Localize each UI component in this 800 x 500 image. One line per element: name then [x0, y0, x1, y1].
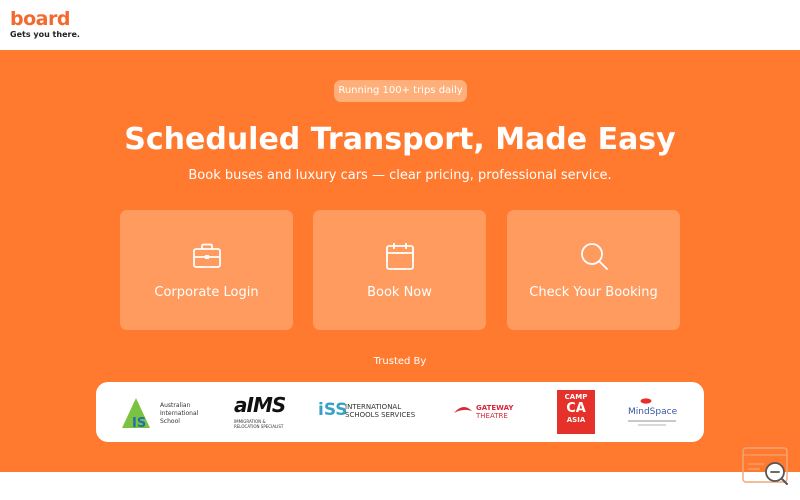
- chat-widget-icon[interactable]: [742, 447, 792, 489]
- ais-line-3: School: [160, 418, 180, 425]
- mindspace-mark-icon: [640, 398, 652, 404]
- camp-bot: ASIA: [566, 416, 586, 424]
- iss-line-2: SCHOOLS SERVICES: [345, 411, 416, 419]
- aims-wordmark: aIMS: [234, 393, 286, 417]
- partner-logo-iss: iSS INTERNATIONAL SCHOOLS SERVICES: [318, 382, 418, 442]
- logo-tagline: Gets you there.: [10, 30, 80, 39]
- check-booking-card[interactable]: Check Your Booking: [507, 210, 680, 330]
- logo-wordmark: board: [10, 8, 70, 30]
- mindspace-tagline-rule-2: [638, 424, 666, 426]
- book-now-card[interactable]: Book Now: [313, 210, 486, 330]
- iss-line-1: INTERNATIONAL: [345, 403, 402, 411]
- check-booking-label: Check Your Booking: [529, 285, 658, 300]
- gateway-swoosh-icon: [454, 406, 472, 413]
- svg-text:IS: IS: [132, 416, 146, 430]
- board-logo[interactable]: board Gets you there.: [10, 9, 80, 40]
- partner-logo-camp-ca-asia: CAMP CA ASIA: [557, 382, 595, 442]
- calendar-icon: [385, 243, 414, 270]
- trips-badge: Running 100+ trips daily: [334, 80, 467, 102]
- gateway-line-1: GATEWAY: [476, 404, 514, 412]
- partner-logo-mindspace: MindSpace: [626, 382, 686, 442]
- aims-sub-2: RELOCATION SPECIALIST: [234, 424, 284, 429]
- ais-line-2: International: [160, 410, 199, 417]
- iss-mark: iSS: [318, 400, 348, 420]
- briefcase-icon: [192, 243, 221, 268]
- partner-logo-gateway-theatre: GATEWAY THEATRE: [452, 382, 524, 442]
- partner-logos-strip: IS Australian International School aIMS …: [96, 382, 704, 442]
- page-subtitle: Book buses and luxury cars — clear prici…: [188, 168, 612, 183]
- corporate-login-card[interactable]: Corporate Login: [120, 210, 293, 330]
- partner-logo-australian-international-school: IS Australian International School: [120, 382, 200, 442]
- trusted-by-heading: Trusted By: [373, 356, 427, 367]
- gateway-line-2: THEATRE: [476, 412, 508, 420]
- search-icon: [580, 243, 608, 270]
- camp-mid: CA: [566, 401, 586, 416]
- partner-logo-aims: aIMS IMMIGRATION & RELOCATION SPECIALIST: [230, 382, 290, 442]
- book-now-label: Book Now: [367, 285, 432, 300]
- ais-line-1: Australian: [160, 402, 191, 409]
- top-navbar: board Gets you there.: [0, 0, 800, 50]
- mindspace-tagline-rule: [628, 420, 676, 422]
- corporate-login-label: Corporate Login: [154, 285, 259, 300]
- page-title: Scheduled Transport, Made Easy: [124, 122, 676, 157]
- mindspace-wordmark: MindSpace: [628, 407, 678, 417]
- ais-emblem-icon: IS: [122, 398, 150, 430]
